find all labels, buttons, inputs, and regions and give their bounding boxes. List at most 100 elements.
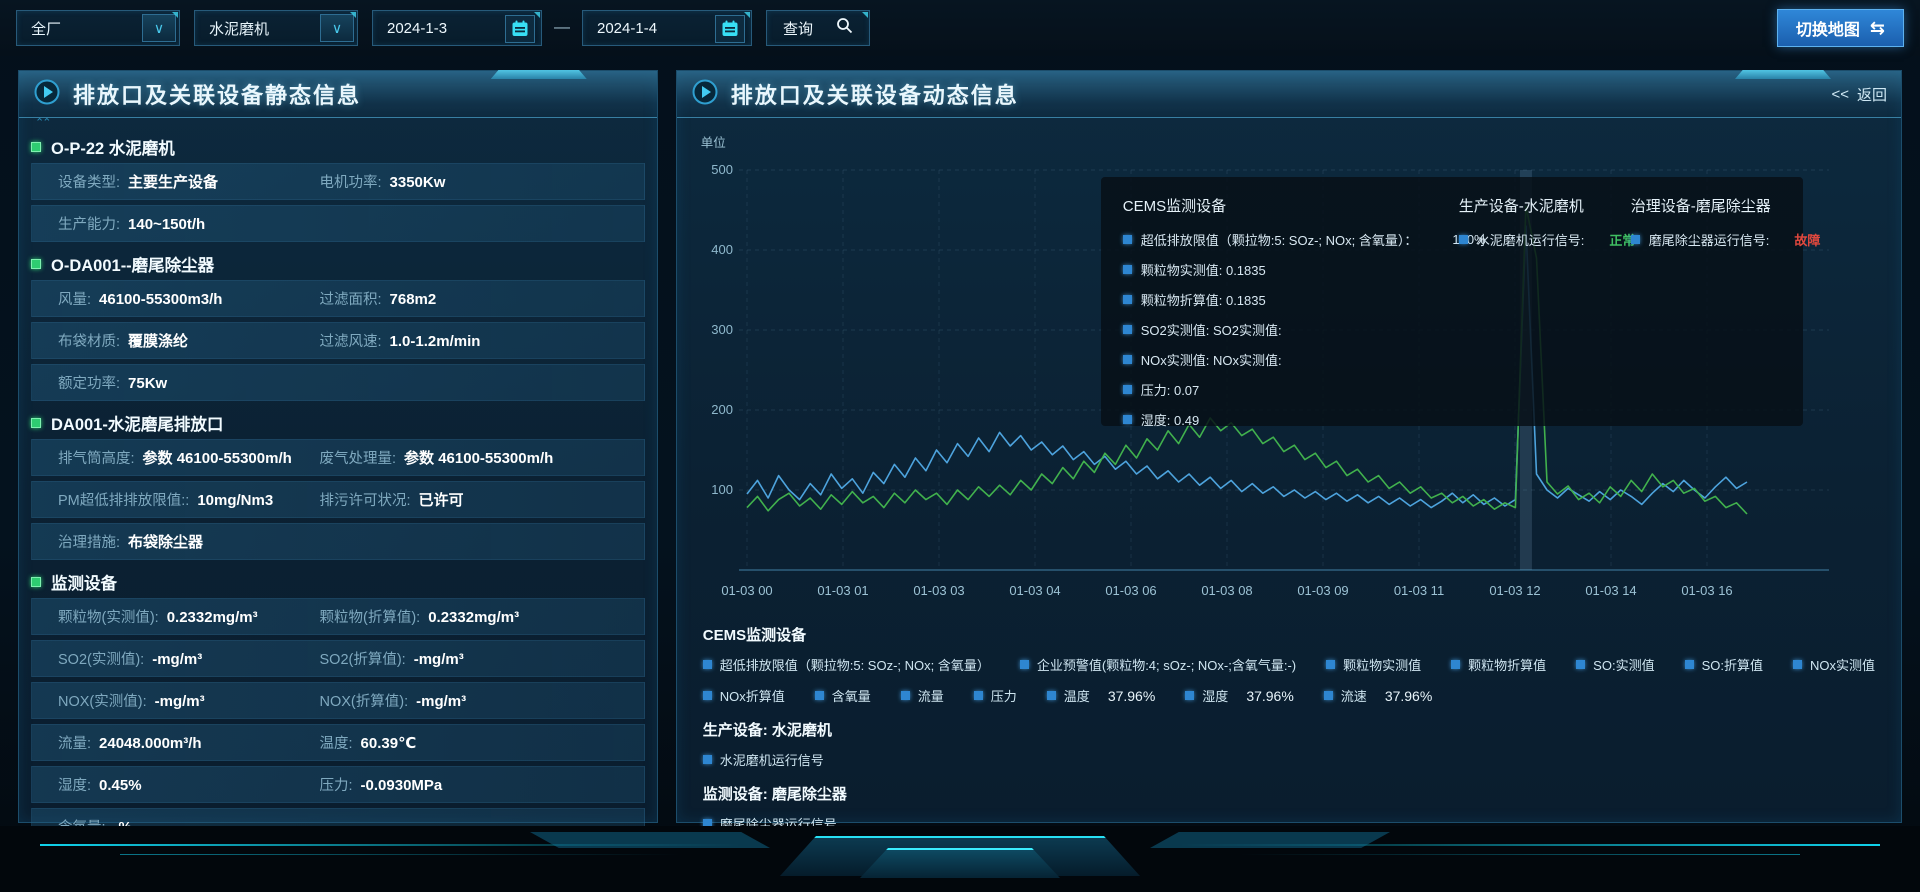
- tooltip-item-label: 颗粒物实测值: 0.1835: [1141, 260, 1266, 279]
- cems-legend-header: CEMS监测设备: [703, 624, 1875, 645]
- legend-item[interactable]: 水泥磨机运行信号: [703, 750, 824, 769]
- field-label: 压力:: [320, 774, 353, 795]
- legend-square-icon: [1123, 265, 1132, 274]
- legend-item[interactable]: 颗粒物折算值: [1451, 655, 1546, 674]
- field-value: 0.45%: [99, 777, 142, 794]
- legend-square-icon: [1047, 691, 1056, 700]
- legend-item[interactable]: NOx实测值: [1793, 655, 1875, 674]
- legend-square-icon: [1123, 295, 1132, 304]
- legend-item[interactable]: 企业预警值(颗粒物:4; sOz-; NOx-;含氧气量:-): [1020, 655, 1296, 674]
- field-row: 湿度: 0.45% 压力: -0.0930MPa: [31, 766, 645, 803]
- legend-item-label: 颗粒物实测值: [1343, 655, 1421, 674]
- field: 流量:24048.000m³/h: [32, 732, 320, 753]
- field: 电机功率:3350Kw: [320, 171, 644, 192]
- legend-item[interactable]: NOx折算值: [703, 686, 785, 705]
- x-tick-label: 01-03 12: [1489, 583, 1540, 598]
- legend-block: CEMS监测设备 超低排放限值（颗拉物:5: SOz-; NOx; 含氧量） 企业…: [677, 612, 1901, 833]
- field: 颗粒物(折算值):0.2332mg/m³: [320, 606, 644, 627]
- x-tick-label: 01-03 14: [1585, 583, 1636, 598]
- date-to-input[interactable]: 2024-1-4: [582, 10, 752, 46]
- chevron-down-icon[interactable]: ∨: [142, 14, 176, 42]
- legend-row-1: 超低排放限值（颗拉物:5: SOz-; NOx; 含氧量） 企业预警值(颗粒物:4…: [703, 655, 1875, 674]
- legend-item[interactable]: 压力: [974, 686, 1017, 705]
- calendar-icon[interactable]: [505, 15, 535, 43]
- field-row: 风量:46100-55300m3/h过滤面积:768m2: [31, 280, 645, 317]
- legend-item-label: NOx折算值: [720, 686, 785, 705]
- legend-square-icon: [1451, 660, 1460, 669]
- legend-item-value: 37.96%: [1385, 688, 1432, 704]
- field-value: -mg/m³: [416, 693, 466, 710]
- tooltip-production-label: 水泥磨机运行信号:: [1477, 230, 1585, 249]
- legend-item[interactable]: 流量: [901, 686, 944, 705]
- legend-square-icon: [1576, 660, 1585, 669]
- calendar-icon[interactable]: [715, 15, 745, 43]
- legend-item[interactable]: 含氧量: [815, 686, 871, 705]
- back-arrows-icon: <<: [1831, 86, 1849, 103]
- legend-item[interactable]: SO:折算值: [1685, 655, 1763, 674]
- field-label: 废气处理量:: [320, 447, 397, 468]
- legend-item[interactable]: SO:实测值: [1576, 655, 1654, 674]
- field-value: 140~150t/h: [128, 216, 205, 233]
- footer-wing-shape: [530, 832, 770, 848]
- field-row: 排气筒高度:参数 46100-55300m/h废气处理量:参数 46100-55…: [31, 439, 645, 476]
- chevron-down-icon[interactable]: ∨: [320, 14, 354, 42]
- legend-item[interactable]: 湿度 37.96%: [1185, 686, 1294, 705]
- legend-item-value: 37.96%: [1246, 688, 1293, 704]
- legend-item[interactable]: 颗粒物实测值: [1326, 655, 1421, 674]
- footer-glow-line: [1240, 854, 1800, 855]
- field: 湿度: 0.45%: [32, 774, 320, 795]
- field: 生产能力: 140~150t/h: [32, 213, 320, 234]
- plant-select[interactable]: 全厂 ∨: [16, 10, 180, 46]
- field-label: 湿度:: [58, 774, 91, 795]
- field-label: 风量:: [58, 288, 91, 309]
- play-icon: [691, 78, 719, 111]
- section-row: O-P-22 水泥磨机: [31, 130, 645, 163]
- static-info-rows: O-P-22 水泥磨机设备类型:主要生产设备电机功率:3350Kw 生产能力: 14…: [19, 118, 657, 845]
- tooltip-treatment-header: 治理设备-磨尾除尘器: [1631, 195, 1821, 216]
- legend-item-label: 湿度: [1202, 686, 1228, 705]
- back-link[interactable]: << 返回: [1831, 84, 1887, 105]
- y-tick-label: 100: [711, 482, 733, 497]
- legend-item[interactable]: 温度37.96%: [1047, 686, 1156, 705]
- field-value: 覆膜涤纶: [128, 330, 188, 351]
- search-button[interactable]: 查询: [766, 10, 870, 46]
- x-tick-label: 01-03 03: [913, 583, 964, 598]
- x-tick-label: 01-03 16: [1681, 583, 1732, 598]
- legend-item-label: 水泥磨机运行信号: [720, 750, 824, 769]
- legend-row: 水泥磨机运行信号: [703, 750, 1875, 769]
- green-square-icon: [31, 418, 41, 428]
- field-value: 46100-55300m3/h: [99, 291, 222, 308]
- field: 过滤风速:1.0-1.2m/min: [320, 330, 644, 351]
- field-label: SO2(实测值):: [58, 648, 144, 669]
- legend-item[interactable]: 流速37.96%: [1324, 686, 1433, 705]
- legend-square-icon: [1631, 235, 1640, 244]
- footer-glow-line: [120, 854, 680, 855]
- x-tick-label: 01-03 09: [1297, 583, 1348, 598]
- field-label: 生产能力:: [58, 213, 120, 234]
- field-label: 布袋材质:: [58, 330, 120, 351]
- switch-map-button[interactable]: 切换地图 ⇆: [1777, 9, 1904, 47]
- legend-item-label: SO:折算值: [1702, 655, 1763, 674]
- y-tick-label: 200: [711, 402, 733, 417]
- legend-square-icon: [1793, 660, 1802, 669]
- topbar: 全厂 ∨ 水泥磨机 ∨ 2024-1-3 — 2024-1-4 查询: [0, 0, 1920, 56]
- tooltip-item: SO2实测值: SO2实测值:: [1123, 320, 1459, 339]
- date-from-input[interactable]: 2024-1-3: [372, 10, 542, 46]
- field-value: 24048.000m³/h: [99, 735, 202, 752]
- legend-item[interactable]: 超低排放限值（颗拉物:5: SOz-; NOx; 含氧量）: [703, 655, 990, 674]
- field-value: 3350Kw: [390, 174, 446, 191]
- tooltip-item: 颗粒物折算值: 0.1835: [1123, 290, 1459, 309]
- field-label: 排气筒高度:: [58, 447, 135, 468]
- field: SO2(折算值):-mg/m³: [320, 648, 644, 669]
- field-row: 流量:24048.000m³/h温度:60.39℃: [31, 724, 645, 761]
- tooltip-treatment-column: 治理设备-磨尾除尘器 磨尾除尘器运行信号: 故障: [1631, 195, 1821, 408]
- dynamic-info-header: 排放口及关联设备动态信息 << 返回: [677, 71, 1901, 118]
- x-tick-label: 01-03 00: [721, 583, 772, 598]
- field: 设备类型:主要生产设备: [32, 171, 320, 192]
- legend-square-icon: [703, 755, 712, 764]
- field-value: -0.0930MPa: [361, 777, 443, 794]
- y-tick-label: 300: [711, 322, 733, 337]
- device-select[interactable]: 水泥磨机 ∨: [194, 10, 358, 46]
- static-info-panel: 排放口及关联设备静态信息 ⌃⌃ O-P-22 水泥磨机设备类型:主要生产设备电机…: [18, 70, 658, 823]
- field-value: 参数 46100-55300m/h: [143, 447, 292, 468]
